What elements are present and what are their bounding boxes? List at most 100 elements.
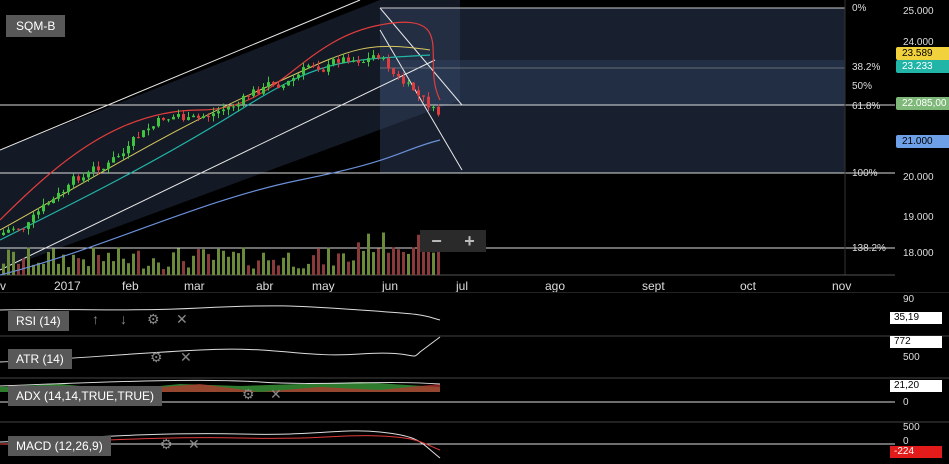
volume-bar <box>287 252 290 275</box>
candle-body <box>47 203 50 205</box>
month-label: v <box>0 279 6 293</box>
candle-body <box>237 104 240 107</box>
volume-bar <box>347 261 350 275</box>
volume-bar <box>27 247 30 275</box>
candle-body <box>177 114 180 117</box>
price-axis-label: 19.000 <box>903 212 934 223</box>
candle-body <box>52 198 55 204</box>
candle-body <box>77 176 80 181</box>
candle-body <box>32 214 35 223</box>
indicator-panels <box>0 292 949 459</box>
month-label: 2017 <box>54 279 81 293</box>
candle-body <box>252 89 255 96</box>
volume-bar <box>322 264 325 275</box>
month-label: ago <box>545 279 566 293</box>
volume-bar <box>302 268 305 275</box>
gear-icon[interactable]: ⚙ <box>160 436 173 453</box>
adx-value: 21,20 <box>890 380 942 392</box>
volume-bar <box>187 267 190 275</box>
volume-bar <box>357 242 360 275</box>
close-icon[interactable]: ✕ <box>270 386 282 403</box>
macd-value: -224 <box>890 446 942 458</box>
adx-label[interactable]: ADX (14,14,TRUE,TRUE) <box>8 386 163 406</box>
candle-body <box>437 106 440 115</box>
candle-body <box>147 128 150 131</box>
close-icon[interactable]: ✕ <box>188 436 200 453</box>
zoom-in-button[interactable]: + <box>453 230 486 252</box>
price-tag-last: 22.085,00 <box>896 97 949 110</box>
month-label: feb <box>122 279 139 293</box>
gear-icon[interactable]: ⚙ <box>147 311 160 328</box>
volume-bar <box>22 258 25 275</box>
volume-bar <box>132 253 135 275</box>
fib-label: 138.2% <box>852 243 886 254</box>
candle-body <box>322 69 325 72</box>
arrow-up-icon[interactable]: ↑ <box>92 311 99 327</box>
volume-bar <box>52 248 55 275</box>
candle-body <box>372 55 375 59</box>
volume-bar <box>152 258 155 275</box>
volume-bar <box>7 249 10 275</box>
volume-bar <box>117 247 120 275</box>
month-label: sept <box>642 279 665 293</box>
candle-body <box>337 59 340 63</box>
candle-body <box>67 184 70 193</box>
volume-bar <box>72 254 75 275</box>
volume-bar <box>342 253 345 275</box>
candle-body <box>277 84 280 88</box>
candle-body <box>417 90 420 96</box>
volume-bar <box>367 233 370 275</box>
volume-bar <box>167 266 170 275</box>
candle-body <box>112 157 115 163</box>
arrow-down-icon[interactable]: ↓ <box>120 311 127 327</box>
volume-bar <box>237 253 240 275</box>
atr-label[interactable]: ATR (14) <box>8 349 72 369</box>
volume-bar <box>157 262 160 275</box>
zoom-out-button[interactable]: − <box>420 230 453 252</box>
candle-body <box>97 166 100 171</box>
atr-value: 772 <box>890 336 942 348</box>
volume-bar <box>327 247 330 275</box>
fib-label: 0% <box>852 3 867 14</box>
candle-body <box>342 57 345 63</box>
volume-bar <box>332 265 335 275</box>
candle-body <box>422 95 425 97</box>
ticker-label[interactable]: SQM-B <box>6 15 66 37</box>
candle-body <box>362 61 365 63</box>
volume-bar <box>92 247 95 275</box>
month-label: jun <box>382 279 399 293</box>
candle-body <box>22 228 25 230</box>
volume-bar <box>277 265 280 275</box>
price-tag-ema: 23.233 <box>896 60 949 73</box>
gear-icon[interactable]: ⚙ <box>242 386 255 403</box>
price-axis-label: 18.000 <box>903 248 934 259</box>
volume-bar <box>407 253 410 275</box>
volume-bar <box>217 248 220 275</box>
candle-body <box>247 95 250 97</box>
candle-body <box>107 162 110 169</box>
rsi-label[interactable]: RSI (14) <box>8 311 69 331</box>
volume-bar <box>137 250 140 275</box>
close-icon[interactable]: ✕ <box>180 349 192 366</box>
volume-bar <box>57 263 60 275</box>
volume-bar <box>392 247 395 275</box>
volume-bar <box>402 251 405 275</box>
volume-bar <box>207 254 210 275</box>
candle-body <box>87 171 90 178</box>
volume-bar <box>122 258 125 275</box>
candle-body <box>262 87 265 94</box>
volume-bar <box>127 263 130 275</box>
candle-body <box>292 78 295 81</box>
candle-body <box>132 137 135 146</box>
volume-bar <box>47 251 50 275</box>
candle-body <box>2 232 5 235</box>
candle-body <box>387 58 390 69</box>
macd-label[interactable]: MACD (12,26,9) <box>8 436 111 456</box>
candle-body <box>82 177 85 181</box>
month-label: mar <box>184 279 205 293</box>
close-icon[interactable]: ✕ <box>176 311 188 328</box>
volume-bar <box>282 257 285 275</box>
gear-icon[interactable]: ⚙ <box>150 349 163 366</box>
candle-body <box>382 58 385 60</box>
candle-body <box>197 115 200 118</box>
